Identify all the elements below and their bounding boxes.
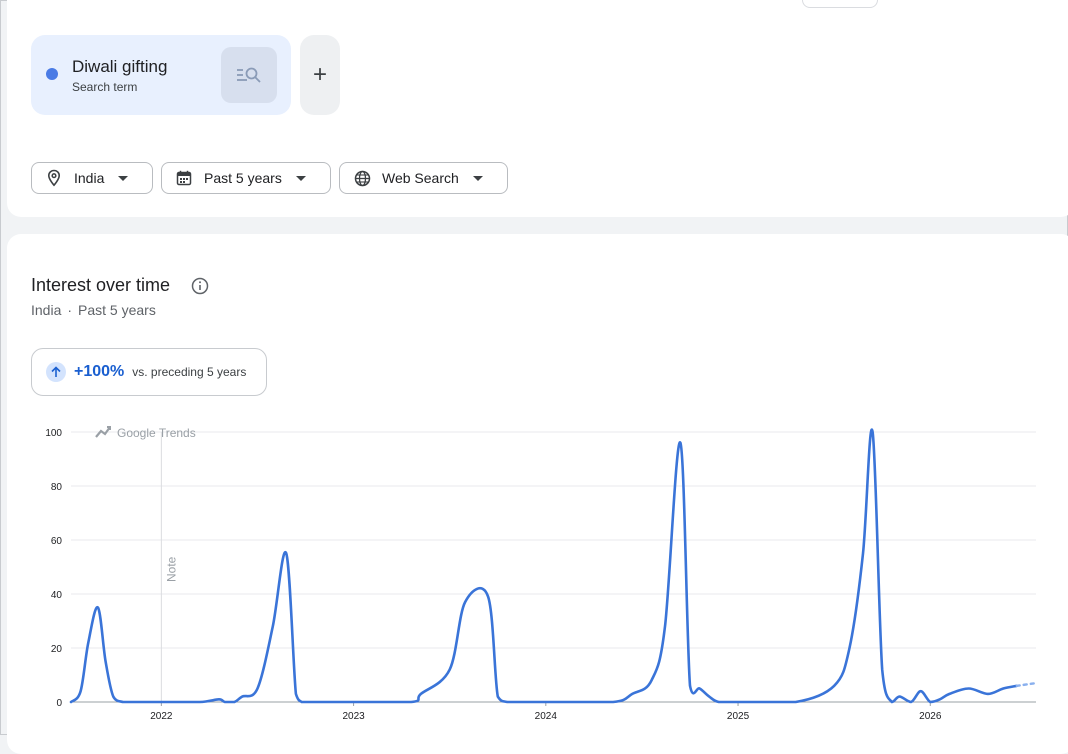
y-tick-label: 100 [45,428,62,439]
note-label: Note [164,556,178,582]
time-range-label: Past 5 years [204,170,282,186]
subtitle-range: Past 5 years [78,302,156,318]
projection-line [1015,681,1038,687]
change-summary-chip[interactable]: +100% vs. preceding 5 years [31,348,267,396]
location-filter[interactable]: India [31,162,153,194]
y-tick-label: 20 [51,644,63,655]
y-tick-label: 80 [51,482,63,493]
subtitle-location: India [31,302,62,318]
section-subtitle: India · Past 5 years [31,302,156,318]
search-term-type: Search term [72,80,138,94]
series-layer [69,428,1038,704]
refine-search-icon [237,67,261,83]
y-tick-label: 40 [51,590,63,601]
refine-search-button[interactable] [221,47,277,103]
chevron-down-icon [472,175,483,181]
add-label: + [312,61,327,88]
globe-icon [354,169,372,187]
time-range-filter[interactable]: Past 5 years [161,162,331,194]
calendar-icon [176,169,194,187]
x-tick-label: 2026 [919,711,942,722]
interest-chart[interactable]: Note Google Trends 0 20 40 60 80 100 2022 2023… [0,410,1068,735]
x-axis: 2022 2023 2024 2025 2026 [150,702,942,722]
info-icon[interactable] [191,277,209,295]
watermark-text: Google Trends [117,426,196,440]
x-tick-label: 2023 [342,711,365,722]
google-trends-watermark: Google Trends [95,426,196,440]
subtitle-separator: · [67,302,73,318]
x-tick-label: 2024 [535,711,558,722]
change-text: vs. preceding 5 years [132,365,247,379]
chevron-down-icon [118,175,129,181]
series-line [69,428,1019,704]
search-type-label: Web Search [382,170,459,186]
y-axis: 0 20 40 60 80 100 [45,428,62,709]
search-type-filter[interactable]: Web Search [339,162,508,194]
x-tick-label: 2025 [727,711,750,722]
series-color-dot [46,68,58,80]
search-term-chip[interactable]: Diwali gifting Search term [31,35,291,115]
location-pin-icon [46,169,64,187]
section-title: Interest over time [31,275,171,295]
arrow-up-icon [46,362,66,382]
x-tick-label: 2022 [150,711,173,722]
chart-grid [71,431,1036,703]
top-control[interactable] [802,0,878,8]
y-tick-label: 0 [56,698,62,709]
search-term-name: Diwali gifting [72,57,168,76]
change-value: +100% [74,363,125,380]
y-tick-label: 60 [51,536,63,547]
location-label: India [74,170,105,186]
add-term-button[interactable]: + [300,35,340,115]
chevron-down-icon [295,175,306,181]
